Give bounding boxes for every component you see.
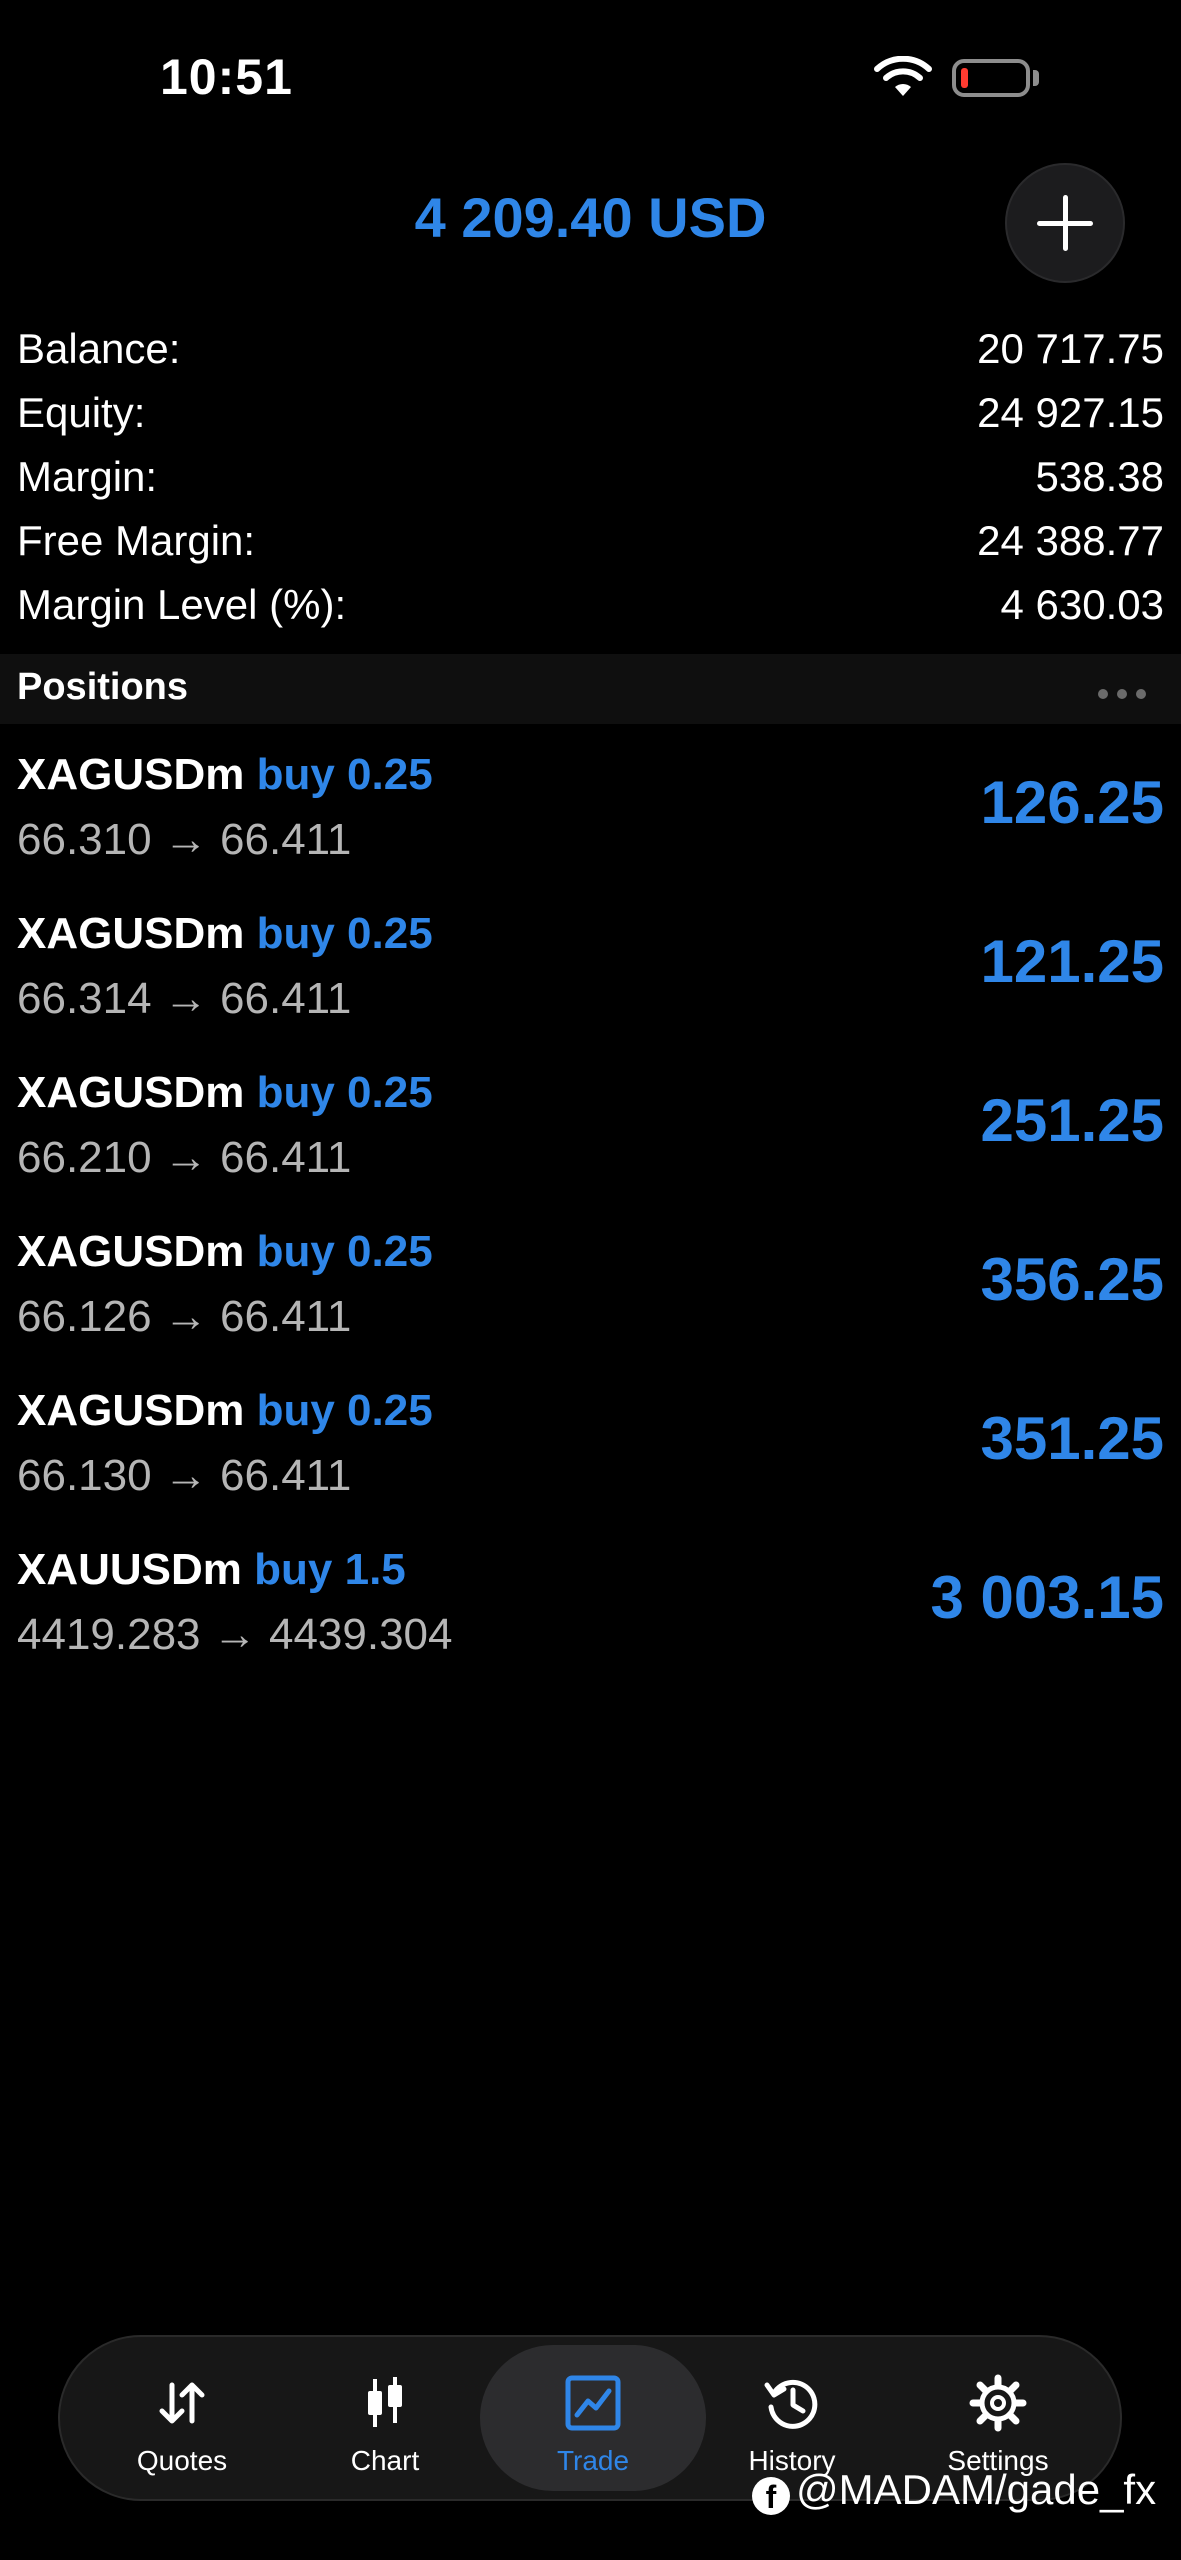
position-prices: 4419.283 → 4439.304 bbox=[17, 1610, 453, 1659]
gear-icon bbox=[969, 2374, 1027, 2432]
summary-row-margin: Margin: 538.38 bbox=[0, 453, 1181, 517]
tab-trade[interactable]: Trade bbox=[480, 2345, 706, 2491]
watermark: f @MADAM/gade_fx bbox=[752, 2466, 1156, 2515]
summary-value: 4 630.03 bbox=[1000, 581, 1165, 628]
quotes-arrows-icon bbox=[159, 2382, 205, 2424]
status-bar: 10:51 bbox=[0, 0, 1181, 150]
position-row[interactable]: XAGUSDm buy 0.25 66.130 → 66.411 351.25 bbox=[0, 1376, 1181, 1535]
summary-row-equity: Equity: 24 927.15 bbox=[0, 389, 1181, 453]
summary-value: 20 717.75 bbox=[977, 325, 1164, 372]
tab-quotes[interactable]: Quotes bbox=[82, 2345, 282, 2491]
candlestick-icon bbox=[368, 2377, 402, 2427]
summary-label: Balance: bbox=[17, 325, 181, 372]
summary-value: 24 388.77 bbox=[977, 517, 1164, 564]
position-profit: 3 003.15 bbox=[930, 1564, 1164, 1631]
account-summary: Balance: 20 717.75 Equity: 24 927.15 Mar… bbox=[0, 325, 1181, 645]
position-side: buy 0.25 bbox=[256, 1068, 433, 1117]
positions-title: Positions bbox=[17, 666, 189, 708]
more-options-icon[interactable] bbox=[1089, 686, 1146, 704]
summary-row-balance: Balance: 20 717.75 bbox=[0, 325, 1181, 389]
summary-value: 24 927.15 bbox=[977, 389, 1164, 436]
position-side: buy 0.25 bbox=[256, 750, 433, 799]
position-profit: 251.25 bbox=[980, 1087, 1164, 1154]
summary-label: Free Margin: bbox=[17, 517, 256, 564]
watermark-text: @MADAM/gade_fx bbox=[796, 2466, 1157, 2513]
tab-label: Quotes bbox=[136, 2445, 228, 2476]
position-side: buy 0.25 bbox=[256, 1227, 433, 1276]
position-symbol: XAUUSDm bbox=[17, 1545, 242, 1594]
position-side: buy 0.25 bbox=[256, 909, 433, 958]
position-profit: 356.25 bbox=[980, 1246, 1164, 1313]
position-symbol: XAGUSDm bbox=[17, 750, 245, 799]
position-prices: 66.130 → 66.411 bbox=[17, 1451, 352, 1500]
tab-chart[interactable]: Chart bbox=[285, 2345, 485, 2491]
position-prices: 66.126 → 66.411 bbox=[17, 1292, 352, 1341]
position-prices: 66.210 → 66.411 bbox=[17, 1133, 352, 1182]
position-symbol: XAGUSDm bbox=[17, 909, 245, 958]
tab-label: Chart bbox=[350, 2445, 420, 2476]
summary-value: 538.38 bbox=[1035, 453, 1164, 500]
position-row[interactable]: XAGUSDm buy 0.25 66.210 → 66.411 251.25 bbox=[0, 1058, 1181, 1217]
account-profit-total: 4 209.40 USD bbox=[414, 186, 767, 249]
summary-label: Equity: bbox=[17, 389, 146, 436]
new-order-button[interactable] bbox=[1005, 163, 1125, 283]
position-side: buy 0.25 bbox=[256, 1386, 433, 1435]
summary-label: Margin: bbox=[17, 453, 158, 500]
summary-label: Margin Level (%): bbox=[17, 581, 347, 628]
positions-section-header: Positions bbox=[0, 654, 1181, 724]
tab-label: Trade bbox=[556, 2445, 630, 2476]
position-row[interactable]: XAGUSDm buy 0.25 66.126 → 66.411 356.25 bbox=[0, 1217, 1181, 1376]
position-row[interactable]: XAGUSDm buy 0.25 66.314 → 66.411 121.25 bbox=[0, 899, 1181, 1058]
positions-list: XAGUSDm buy 0.25 66.310 → 66.411 126.25 … bbox=[0, 740, 1181, 1694]
position-side: buy 1.5 bbox=[254, 1545, 406, 1594]
position-profit: 126.25 bbox=[980, 769, 1164, 836]
trade-chart-icon bbox=[565, 2375, 621, 2431]
position-prices: 66.310 → 66.411 bbox=[17, 815, 352, 864]
status-time: 10:51 bbox=[160, 49, 293, 105]
summary-row-margin-level: Margin Level (%): 4 630.03 bbox=[0, 581, 1181, 645]
position-symbol: XAGUSDm bbox=[17, 1386, 245, 1435]
position-row[interactable]: XAGUSDm buy 0.25 66.310 → 66.411 126.25 bbox=[0, 740, 1181, 899]
position-profit: 351.25 bbox=[980, 1405, 1164, 1472]
position-row[interactable]: XAUUSDm buy 1.5 4419.283 → 4439.304 3 00… bbox=[0, 1535, 1181, 1694]
summary-row-free-margin: Free Margin: 24 388.77 bbox=[0, 517, 1181, 581]
facebook-icon: f bbox=[752, 2477, 790, 2515]
wifi-icon bbox=[874, 56, 932, 96]
position-prices: 66.314 → 66.411 bbox=[17, 974, 352, 1023]
position-symbol: XAGUSDm bbox=[17, 1068, 245, 1117]
position-profit: 121.25 bbox=[980, 928, 1164, 995]
history-clock-icon bbox=[764, 2379, 818, 2429]
battery-icon bbox=[952, 59, 1030, 97]
position-symbol: XAGUSDm bbox=[17, 1227, 245, 1276]
